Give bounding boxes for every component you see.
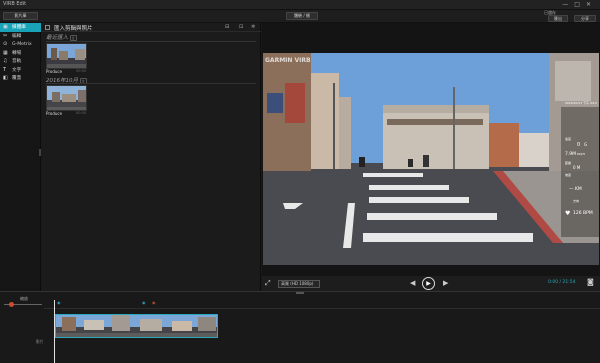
- fullscreen-icon[interactable]: ⤢: [265, 279, 271, 288]
- marker-icon-red[interactable]: ◉: [152, 300, 156, 305]
- timeline-ruler[interactable]: [44, 295, 600, 309]
- sidebar: ▣ 媒體庫 ✂ 編輯 ⊙ G-Metrix ▦ 轉場 ♫ 音軌 T 文字 ◧ 覆蓋: [0, 23, 41, 291]
- overlay-altitude: 7.9M: [565, 152, 577, 157]
- media-library-button[interactable]: 影片庫: [3, 12, 38, 20]
- media-panel: 匯入剪輯與照片 ⊟ ⊡ ✲ 最近匯入 全 Produce 00:00 2016年…: [42, 23, 261, 291]
- timecode: 0:00 / 21:54: [548, 280, 576, 285]
- sidebar-item-label: 音軌: [12, 59, 22, 64]
- minimize-icon[interactable]: —: [562, 1, 574, 8]
- divider: [46, 83, 256, 84]
- media-icon: ▣: [3, 24, 8, 30]
- timeline-clip[interactable]: [55, 314, 218, 338]
- media-clip-duration: 00:00: [76, 69, 87, 73]
- next-icon[interactable]: ▶: [443, 279, 448, 287]
- overlay-date: 2016/10/17 下午 04:2: [565, 101, 597, 105]
- sidebar-item-label: 文字: [12, 67, 22, 73]
- zoom-slider-handle[interactable]: [9, 302, 14, 307]
- app-title: VIRB Edit: [3, 1, 27, 7]
- media-clip-label: Produce: [46, 111, 63, 116]
- overlay-heartrate: 126 BPM: [573, 211, 593, 216]
- sidebar-item-label: 覆蓋: [12, 76, 22, 81]
- heart-icon: ♥: [565, 210, 571, 217]
- sidebar-item-text[interactable]: T 文字: [0, 66, 41, 75]
- text-icon: T: [3, 66, 7, 73]
- gauge-icon: ⊙: [3, 41, 8, 47]
- overlay-distance: 0 M: [573, 165, 581, 170]
- title-bar: VIRB Edit —□✕: [0, 0, 600, 10]
- playhead[interactable]: [54, 300, 55, 363]
- street-scene-image: [263, 53, 599, 265]
- media-header: 匯入剪輯與照片 ⊟ ⊡ ✲: [42, 23, 261, 32]
- media-panel-title: 匯入剪輯與照片: [54, 26, 93, 32]
- media-thumbnail[interactable]: [46, 85, 87, 111]
- calendar-icon[interactable]: ⊡: [239, 24, 243, 30]
- sidebar-item-overlay[interactable]: ◧ 覆蓋: [0, 74, 41, 83]
- sidebar-item-label: 媒體庫: [12, 25, 26, 30]
- overlay-heading-label: 方向: [573, 199, 580, 203]
- marker-icon[interactable]: ◉: [142, 300, 146, 305]
- scissors-icon: ✂: [3, 32, 8, 39]
- overlay-km: — KM: [569, 187, 582, 192]
- media-clip-duration: 00:00: [76, 111, 87, 115]
- video-preview[interactable]: GARMIN VIRB 2016/10/17 下午 04:2 速度 0 G 7.…: [263, 53, 599, 265]
- music-icon: ♫: [3, 58, 8, 64]
- overlay-distance-label: 距離: [565, 161, 572, 165]
- share-button[interactable]: 分享: [574, 15, 596, 22]
- preview-area: GARMIN VIRB 2016/10/17 下午 04:2 速度 0 G 7.…: [262, 23, 600, 291]
- media-group-header: 最近匯入 全: [46, 33, 77, 41]
- panel-resize-handle[interactable]: [39, 149, 41, 156]
- sidebar-item-label: 編輯: [12, 33, 22, 39]
- play-button[interactable]: ▶: [422, 277, 435, 290]
- sidebar-item-label: G-Metrix: [12, 42, 32, 47]
- sidebar-item-media[interactable]: ▣ 媒體庫: [0, 23, 41, 32]
- overlay-alt-suffix: KM/H: [577, 152, 585, 156]
- sidebar-item-edit[interactable]: ✂ 編輯: [0, 32, 41, 41]
- export-button[interactable]: 匯出: [548, 15, 568, 22]
- track-label: 影片: [36, 339, 44, 344]
- overlay-speed-suffix: G: [584, 142, 588, 147]
- divider: [46, 41, 256, 42]
- media-thumbnail[interactable]: [46, 43, 87, 69]
- filter-icon[interactable]: ⊟: [225, 24, 229, 30]
- marker-icon[interactable]: ◉: [57, 300, 61, 305]
- zoom-label: 縮放: [20, 296, 28, 301]
- sidebar-item-transitions[interactable]: ▦ 轉場: [0, 49, 41, 58]
- gear-icon[interactable]: ✲: [251, 24, 255, 30]
- overlay-speed-label: 速度: [565, 137, 572, 141]
- quality-select[interactable]: 高質 (HD 1080p): [278, 280, 320, 288]
- timeline: 縮放 ◉ ◉ ◉ 影片: [0, 291, 600, 363]
- maximize-icon[interactable]: □: [574, 1, 586, 8]
- toolbar: 影片庫 體驗 / 播 已儲存 匯出 分享: [0, 10, 600, 23]
- overlay-speed: 0: [577, 142, 581, 148]
- select-all-checkbox[interactable]: [45, 25, 50, 30]
- playback-controls: ⤢ 高質 (HD 1080p) ◀ ▶ ▶ 0:00 / 21:54 ◙: [262, 276, 600, 291]
- timeline-resize-handle[interactable]: [296, 292, 304, 294]
- sidebar-item-gmetrix[interactable]: ⊙ G-Metrix: [0, 40, 41, 49]
- overlay-grade-label: 坡度: [565, 173, 572, 177]
- sidebar-item-audio[interactable]: ♫ 音軌: [0, 57, 41, 66]
- transition-icon: ▦: [3, 49, 8, 56]
- camera-watermark: GARMIN VIRB: [265, 57, 311, 64]
- window-controls[interactable]: —□✕: [562, 1, 597, 8]
- close-icon[interactable]: ✕: [586, 1, 597, 8]
- previous-icon[interactable]: ◀: [410, 279, 415, 287]
- media-clip-label: Produce: [46, 69, 63, 74]
- camera-icon[interactable]: ◙: [587, 278, 594, 286]
- sidebar-item-label: 轉場: [12, 50, 22, 56]
- overlay-icon: ◧: [3, 75, 8, 81]
- view-switch-button[interactable]: 體驗 / 播: [286, 12, 318, 20]
